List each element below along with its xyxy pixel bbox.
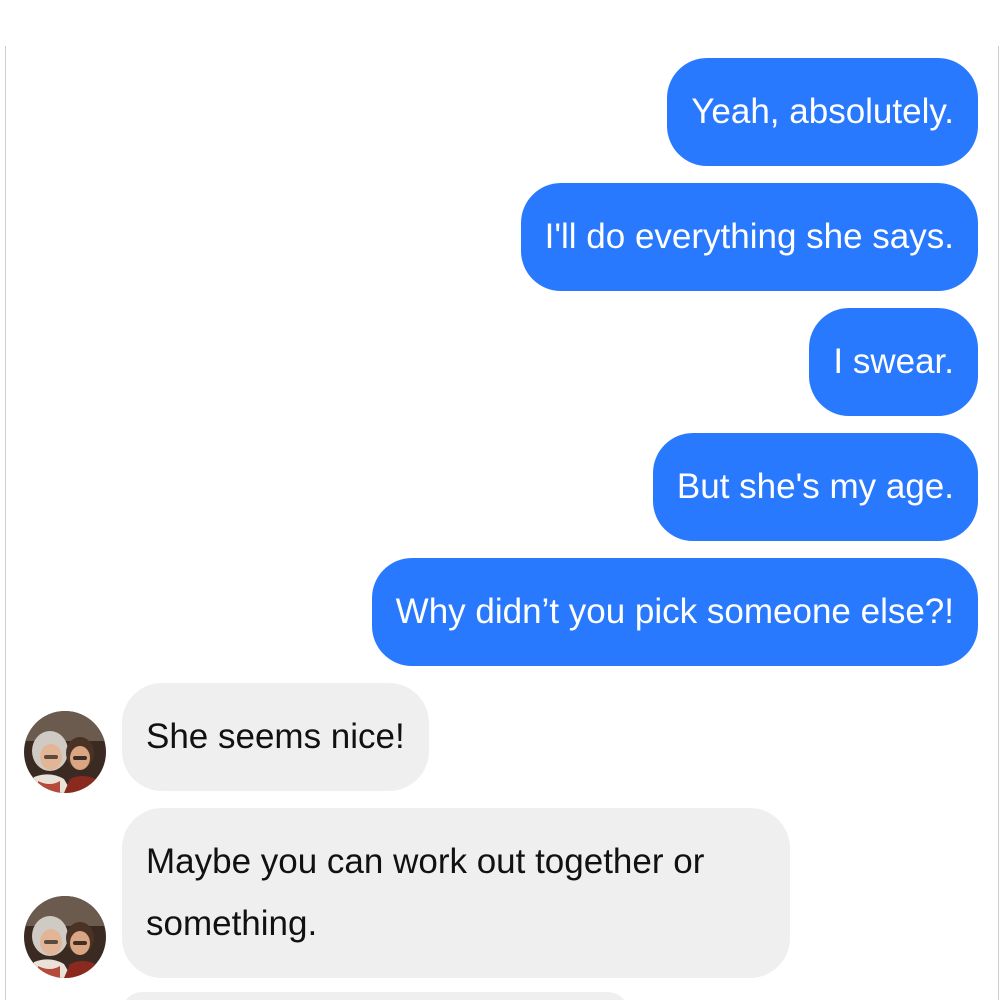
right-border <box>998 46 999 1000</box>
incoming-message-bubble[interactable]: She seems nice! <box>122 683 429 791</box>
incoming-message-bubble[interactable]: Maybe you can work out together or somet… <box>122 808 790 978</box>
outgoing-message-bubble[interactable]: I swear. <box>809 308 978 416</box>
outgoing-message-bubble[interactable]: Why didn’t you pick someone else?! <box>371 558 978 666</box>
chat-window: Yeah, absolutely. I'll do everything she… <box>0 0 1000 1000</box>
outgoing-message-bubble[interactable]: But she's my age. <box>652 433 978 541</box>
outgoing-message-bubble[interactable]: I'll do everything she says. <box>520 183 978 291</box>
outgoing-message-bubble[interactable]: Yeah, absolutely. <box>667 58 978 166</box>
contact-avatar-icon[interactable] <box>24 711 106 793</box>
incoming-message-bubble-partial[interactable] <box>122 992 628 1000</box>
contact-avatar-icon[interactable] <box>24 896 106 978</box>
left-border <box>5 46 6 1000</box>
